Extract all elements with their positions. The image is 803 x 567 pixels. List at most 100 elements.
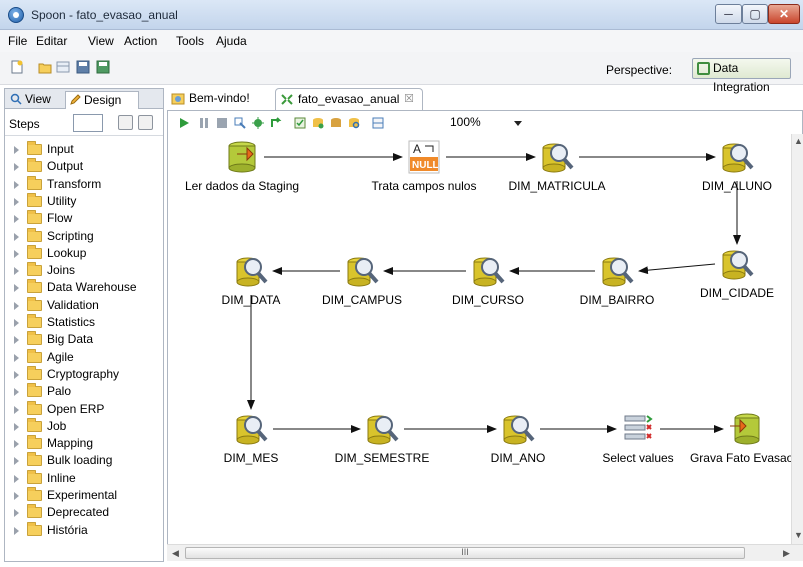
scrollbar-thumb[interactable]: III (185, 547, 745, 559)
lookup-icon[interactable] (600, 254, 634, 288)
lookup-icon[interactable] (365, 412, 399, 446)
tree-item-category[interactable]: Job (5, 417, 163, 435)
tree-item-category[interactable]: Output (5, 158, 163, 175)
tree-item-category[interactable]: Scripting (5, 227, 163, 245)
preview-icon[interactable] (234, 117, 246, 129)
impact-icon[interactable] (312, 117, 324, 129)
expand-arrow-icon[interactable] (14, 180, 19, 189)
expand-arrow-icon[interactable] (14, 353, 19, 362)
zoom-select[interactable]: 100% (446, 113, 526, 132)
step-node[interactable]: DIM_SEMESTRE (317, 412, 447, 472)
tab-view[interactable]: View (7, 91, 65, 109)
scroll-left-icon[interactable]: ◀ (172, 548, 179, 559)
expand-arrow-icon[interactable] (14, 249, 19, 258)
expand-arrow-icon[interactable] (14, 319, 19, 327)
verify-icon[interactable] (294, 117, 306, 129)
menu-tools[interactable]: Tools (176, 34, 204, 48)
expand-arrow-icon[interactable] (14, 509, 19, 518)
tree-item-category[interactable]: Transform (5, 175, 163, 193)
expand-arrow-icon[interactable] (14, 267, 19, 276)
expand-arrow-icon[interactable] (14, 526, 19, 535)
new-file-icon[interactable] (10, 60, 24, 74)
tree-item-category[interactable]: Flow (5, 210, 163, 227)
step-node[interactable]: DIM_BAIRRO (552, 254, 682, 314)
tree-item-category[interactable]: Big Data (5, 331, 163, 348)
step-node[interactable]: DIM_MES (186, 412, 316, 472)
menu-editar[interactable]: Editar (36, 34, 67, 48)
lookup-icon[interactable] (345, 254, 379, 288)
step-node[interactable]: DIM_ALUNO (672, 140, 802, 200)
save-as-icon[interactable] (96, 60, 110, 74)
replay-icon[interactable] (270, 117, 282, 129)
lookup-icon[interactable] (540, 140, 574, 174)
maximize-button[interactable]: ▢ (742, 4, 768, 24)
collapse-all-icon[interactable] (138, 115, 153, 130)
explore-repository-icon[interactable] (56, 60, 70, 74)
step-node[interactable]: DIM_CAMPUS (297, 254, 427, 314)
close-button[interactable]: ✕ (768, 4, 800, 24)
menu-view[interactable]: View (88, 34, 114, 48)
expand-arrow-icon[interactable] (14, 388, 19, 397)
pause-icon[interactable] (198, 117, 210, 129)
steps-search-input[interactable] (73, 114, 103, 132)
expand-arrow-icon[interactable] (14, 370, 19, 379)
tree-item-category[interactable]: Bulk loading (5, 452, 163, 469)
tree-item-category[interactable]: Statistics (5, 314, 163, 331)
step-node[interactable]: DIM_MATRICULA (492, 140, 622, 200)
expand-arrow-icon[interactable] (14, 440, 19, 449)
horizontal-scrollbar[interactable]: ◀ III ▶ (167, 544, 803, 561)
lookup-icon[interactable] (720, 140, 754, 174)
tab-fato-evasao-anual[interactable]: fato_evasao_anual ☒ (275, 88, 423, 110)
null-if-icon[interactable]: A NULL (407, 140, 441, 174)
tree-item-category[interactable]: História (5, 521, 163, 539)
stop-icon[interactable] (216, 117, 228, 129)
expand-arrow-icon[interactable] (14, 492, 19, 500)
expand-arrow-icon[interactable] (14, 232, 19, 241)
tree-item-category[interactable]: Mapping (5, 435, 163, 452)
expand-arrow-icon[interactable] (14, 284, 19, 293)
tree-item-category[interactable]: Agile (5, 348, 163, 366)
step-node[interactable]: Ler dados da Staging (177, 140, 307, 200)
menu-action[interactable]: Action (124, 34, 157, 48)
step-node[interactable]: A NULL Trata campos nulos (359, 140, 489, 200)
menu-ajuda[interactable]: Ajuda (216, 34, 247, 48)
lookup-icon[interactable] (234, 254, 268, 288)
expand-arrow-icon[interactable] (14, 215, 19, 224)
tab-design[interactable]: Design (65, 91, 139, 109)
run-icon[interactable] (178, 117, 190, 129)
tree-item-category[interactable]: Experimental (5, 487, 163, 504)
tree-item-category[interactable]: Deprecated (5, 504, 163, 521)
expand-arrow-icon[interactable] (14, 336, 19, 345)
scroll-up-icon[interactable]: ▲ (794, 136, 803, 146)
expand-arrow-icon[interactable] (14, 146, 19, 154)
lookup-icon[interactable] (720, 247, 754, 281)
expand-arrow-icon[interactable] (14, 422, 19, 431)
expand-arrow-icon[interactable] (14, 197, 19, 206)
menu-file[interactable]: File (8, 34, 27, 48)
show-results-icon[interactable] (372, 117, 384, 129)
expand-arrow-icon[interactable] (14, 163, 19, 172)
step-node[interactable]: DIM_DATA (186, 254, 316, 314)
lookup-icon[interactable] (234, 412, 268, 446)
tree-item-category[interactable]: Inline (5, 469, 163, 487)
step-node[interactable]: DIM_ANO (453, 412, 583, 472)
tab-bem-vindo[interactable]: Bem-vindo! (167, 88, 270, 110)
step-node[interactable]: DIM_CURSO (423, 254, 553, 314)
tree-item-category[interactable]: Input (5, 141, 163, 158)
vertical-scrollbar[interactable]: ▲ ▼ (791, 134, 803, 544)
select-values-icon[interactable] (621, 412, 655, 446)
expand-arrow-icon[interactable] (14, 301, 19, 310)
tree-item-category[interactable]: Cryptography (5, 365, 163, 383)
tree-item-category[interactable]: Joins (5, 262, 163, 279)
explore-db-icon[interactable] (348, 117, 360, 129)
transformation-canvas[interactable]: Ler dados da Staging A NULL Trata campos nu… (167, 134, 803, 544)
perspective-button[interactable]: Data Integration (692, 58, 791, 94)
tree-item-category[interactable]: Data Warehouse (5, 279, 163, 296)
step-node[interactable]: Grava Fato Evasao . (680, 412, 803, 472)
scroll-right-icon[interactable]: ▶ (783, 548, 790, 559)
tree-item-category[interactable]: Utility (5, 192, 163, 210)
table-input-icon[interactable] (225, 140, 259, 174)
open-folder-icon[interactable] (38, 60, 52, 74)
step-node[interactable]: DIM_CIDADE (672, 247, 802, 307)
expand-arrow-icon[interactable] (14, 405, 19, 414)
